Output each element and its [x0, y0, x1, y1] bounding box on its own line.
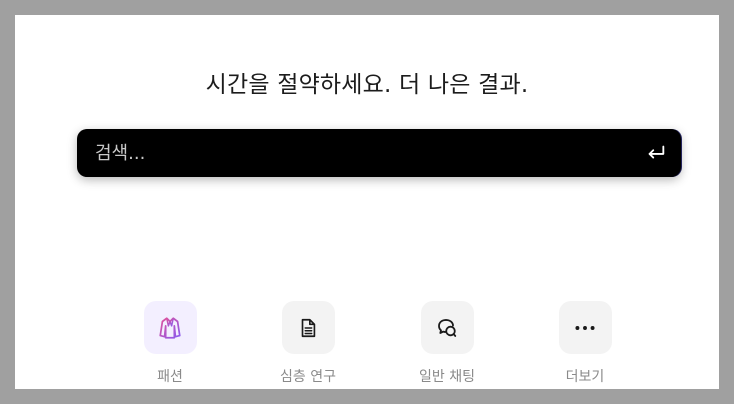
search-bar[interactable] [77, 129, 681, 177]
page-headline: 시간을 절약하세요. 더 나은 결과. [205, 72, 529, 98]
quick-action-label: 일반 채팅 [419, 369, 475, 385]
quick-action-fashion[interactable]: 패션 [115, 301, 225, 386]
quick-action-deep-research[interactable]: 심층 연구 [253, 301, 363, 386]
more-tile[interactable] [558, 301, 612, 354]
general-chat-tile[interactable] [420, 301, 474, 354]
quick-action-more[interactable]: 더보기 [530, 301, 640, 386]
fashion-tile[interactable] [143, 301, 197, 354]
quick-action-general-chat[interactable]: 일반 채팅 [392, 301, 502, 386]
quick-action-label: 패션 [157, 369, 183, 385]
enter-icon[interactable] [645, 142, 667, 164]
deep-research-tile[interactable] [281, 301, 335, 354]
quick-action-label: 더보기 [565, 369, 605, 385]
coat-icon [159, 316, 181, 339]
more-dots-icon [575, 325, 595, 330]
main-card: 시간을 절약하세요. 더 나은 결과. 검색... 패션 심층 연구 일반 채팅… [15, 15, 719, 389]
search-input[interactable] [95, 129, 625, 177]
chat-bubbles-icon [438, 318, 457, 337]
quick-action-label: 심층 연구 [280, 369, 336, 385]
quick-actions: 패션 심층 연구 일반 채팅 더보기 [15, 301, 719, 389]
document-icon [301, 318, 316, 337]
